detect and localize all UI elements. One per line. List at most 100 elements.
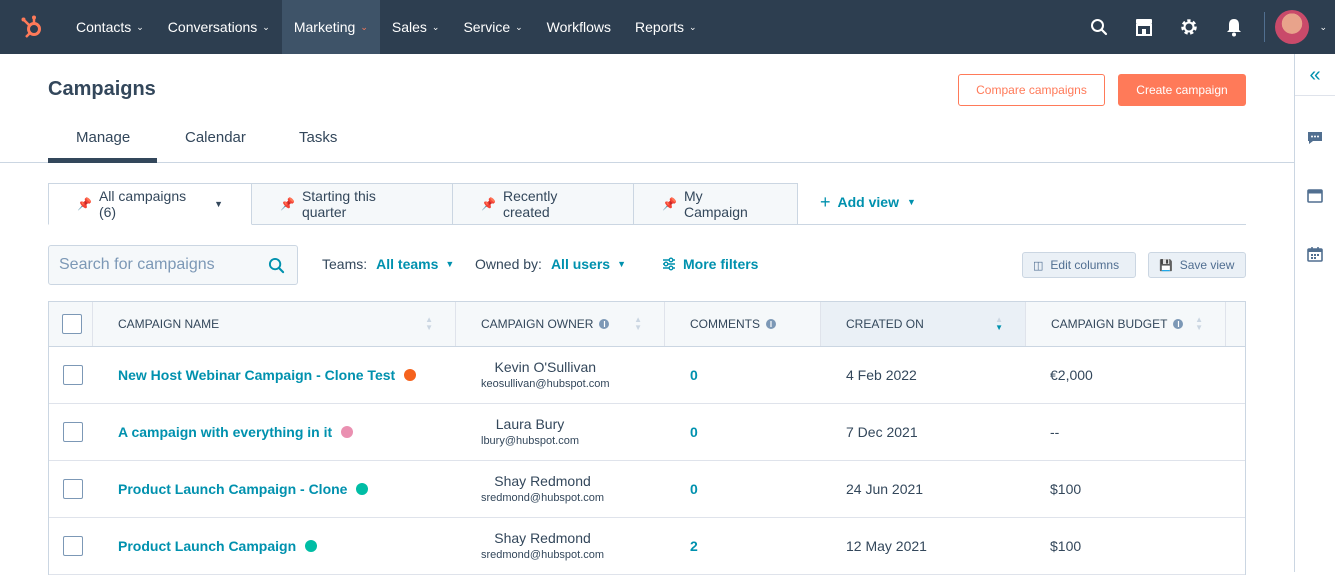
campaign-budget-cell: €2,000 xyxy=(1050,367,1093,383)
view-tab-recently-created[interactable]: 📌 Recently created xyxy=(453,183,634,225)
search-box xyxy=(48,245,298,285)
info-icon[interactable]: i xyxy=(766,319,776,329)
search-icon[interactable] xyxy=(1076,0,1121,54)
created-on-cell: 7 Dec 2021 xyxy=(846,424,918,440)
save-icon: 💾 xyxy=(1159,259,1173,272)
view-tab-starting-this-quarter[interactable]: 📌 Starting this quarter xyxy=(252,183,453,225)
chat-icon[interactable] xyxy=(1307,130,1323,151)
hubspot-logo-icon[interactable] xyxy=(0,0,64,54)
sort-icon[interactable]: ▲ ▼ xyxy=(634,316,642,332)
info-icon[interactable]: i xyxy=(599,319,610,329)
campaign-name-cell: Product Launch Campaign xyxy=(118,518,318,574)
save-view-label: Save view xyxy=(1179,258,1235,272)
campaign-name-cell: Product Launch Campaign - Clone xyxy=(118,461,369,517)
more-filters-button[interactable]: More filters xyxy=(662,256,758,272)
teams-filter-label: Teams: xyxy=(322,256,368,272)
search-input[interactable] xyxy=(59,256,259,274)
create-campaign-button[interactable]: Create campaign xyxy=(1118,74,1246,106)
bell-icon[interactable] xyxy=(1211,0,1256,54)
campaigns-table: Campaign Name ▲ ▼ Campaign Owner i ▲ ▼ Com… xyxy=(48,301,1246,575)
chevron-down-icon: ⌄ xyxy=(262,21,270,32)
active-tab-indicator xyxy=(48,158,157,163)
view-tab-label: My Campaign xyxy=(683,188,748,220)
campaign-name-link[interactable]: Product Launch Campaign - Clone xyxy=(118,481,347,497)
calendar-icon[interactable] xyxy=(1307,246,1323,267)
comments-count-link[interactable]: 0 xyxy=(690,424,698,440)
nav-service[interactable]: Service ⌄ xyxy=(451,0,534,54)
created-on-cell: 24 Jun 2021 xyxy=(846,481,924,497)
column-header-created-on[interactable]: Created On ▲ ▼ xyxy=(821,302,1026,346)
nav-marketing-label: Marketing xyxy=(293,19,356,35)
pin-icon: 📌 xyxy=(77,197,92,211)
compare-campaigns-button[interactable]: Compare campaigns xyxy=(958,74,1105,106)
comments-cell: 0 xyxy=(690,404,698,460)
double-chevron-left-icon: « xyxy=(1309,63,1321,86)
campaign-name-link[interactable]: Product Launch Campaign xyxy=(118,538,296,554)
campaign-name-link[interactable]: A campaign with everything in it xyxy=(118,424,332,440)
sort-descending-icon[interactable]: ▲ ▼ xyxy=(995,316,1003,332)
page-tabs: Manage Calendar Tasks xyxy=(0,118,1294,163)
comments-count-link[interactable]: 2 xyxy=(690,538,698,554)
owner-name: Shay Redmond xyxy=(494,473,591,489)
campaign-color-dot xyxy=(356,483,369,495)
caret-down-icon: ▼ xyxy=(214,199,223,209)
collapse-sidebar-button[interactable]: « xyxy=(1295,54,1335,96)
row-checkbox[interactable] xyxy=(63,365,83,385)
tab-calendar[interactable]: Calendar xyxy=(185,129,246,146)
tab-tasks[interactable]: Tasks xyxy=(299,129,337,146)
campaign-owner-cell: Shay Redmond sredmond@hubspot.com xyxy=(481,461,604,517)
row-checkbox[interactable] xyxy=(63,479,83,499)
campaign-budget-cell: -- xyxy=(1050,424,1060,440)
column-header-campaign-name[interactable]: Campaign Name ▲ ▼ xyxy=(93,302,456,346)
column-header-campaign-budget[interactable]: Campaign Budget i ▲ ▼ xyxy=(1026,302,1226,346)
gear-icon[interactable] xyxy=(1166,0,1211,54)
marketplace-icon[interactable] xyxy=(1121,0,1166,54)
select-all-checkbox[interactable] xyxy=(62,314,82,334)
search-icon[interactable] xyxy=(268,257,285,279)
nav-contacts[interactable]: Contacts ⌄ xyxy=(64,0,156,54)
row-checkbox[interactable] xyxy=(63,422,83,442)
campaign-name-cell: New Host Webinar Campaign - Clone Test xyxy=(118,347,417,403)
column-header-comments[interactable]: Comments i xyxy=(665,302,821,346)
nav-service-label: Service xyxy=(463,19,511,35)
nav-sales[interactable]: Sales ⌄ xyxy=(380,0,452,54)
chevron-down-icon: ⌄ xyxy=(689,21,697,32)
add-view-button[interactable]: + Add view ▼ xyxy=(820,193,916,211)
nav-divider xyxy=(1264,12,1266,42)
column-header-campaign-owner[interactable]: Campaign Owner i ▲ ▼ xyxy=(456,302,665,346)
campaign-budget-cell: $100 xyxy=(1050,481,1082,497)
owner-name: Laura Bury xyxy=(495,416,565,432)
comments-cell: 0 xyxy=(690,461,698,517)
chevron-down-icon[interactable]: ⌄ xyxy=(1319,22,1327,33)
comments-count-link[interactable]: 0 xyxy=(690,481,698,497)
info-icon[interactable]: i xyxy=(1173,319,1184,329)
nav-marketing[interactable]: Marketing ⌄ xyxy=(281,0,380,54)
chevron-down-icon: ⌄ xyxy=(515,21,523,32)
campaign-budget-cell: $100 xyxy=(1050,538,1082,554)
window-icon[interactable] xyxy=(1307,188,1323,209)
comments-count-link[interactable]: 0 xyxy=(690,367,698,383)
campaign-name-link[interactable]: New Host Webinar Campaign - Clone Test xyxy=(118,367,395,383)
sort-icon[interactable]: ▲ ▼ xyxy=(425,316,433,332)
more-filters-label: More filters xyxy=(683,256,759,272)
owner-filter[interactable]: Owned by: All users ▼ xyxy=(475,256,626,272)
caret-down-icon: ▼ xyxy=(906,197,916,207)
nav-conversations[interactable]: Conversations ⌄ xyxy=(156,0,282,54)
nav-workflows[interactable]: Workflows xyxy=(535,0,623,54)
view-tab-all-campaigns[interactable]: 📌 All campaigns (6) ▼ xyxy=(48,183,252,225)
tab-manage[interactable]: Manage xyxy=(76,129,130,146)
row-checkbox[interactable] xyxy=(63,536,83,556)
row-select-cell xyxy=(63,347,83,403)
view-tab-my-campaign[interactable]: 📌 My Campaign xyxy=(634,183,798,225)
nav-reports[interactable]: Reports ⌄ xyxy=(623,0,709,54)
owner-email: sredmond@hubspot.com xyxy=(481,492,605,504)
save-view-button[interactable]: 💾 Save view xyxy=(1148,252,1246,278)
edit-columns-button[interactable]: ◫ Edit columns xyxy=(1022,252,1136,278)
sort-icon[interactable]: ▲ ▼ xyxy=(1195,316,1203,332)
avatar[interactable] xyxy=(1275,10,1310,44)
teams-filter[interactable]: Teams: All teams ▼ xyxy=(322,256,454,272)
owner-email: keosullivan@hubspot.com xyxy=(481,378,610,390)
column-header-label: Campaign Name xyxy=(118,317,220,331)
column-header-label: Created On xyxy=(846,317,924,331)
row-select-cell xyxy=(63,404,83,460)
